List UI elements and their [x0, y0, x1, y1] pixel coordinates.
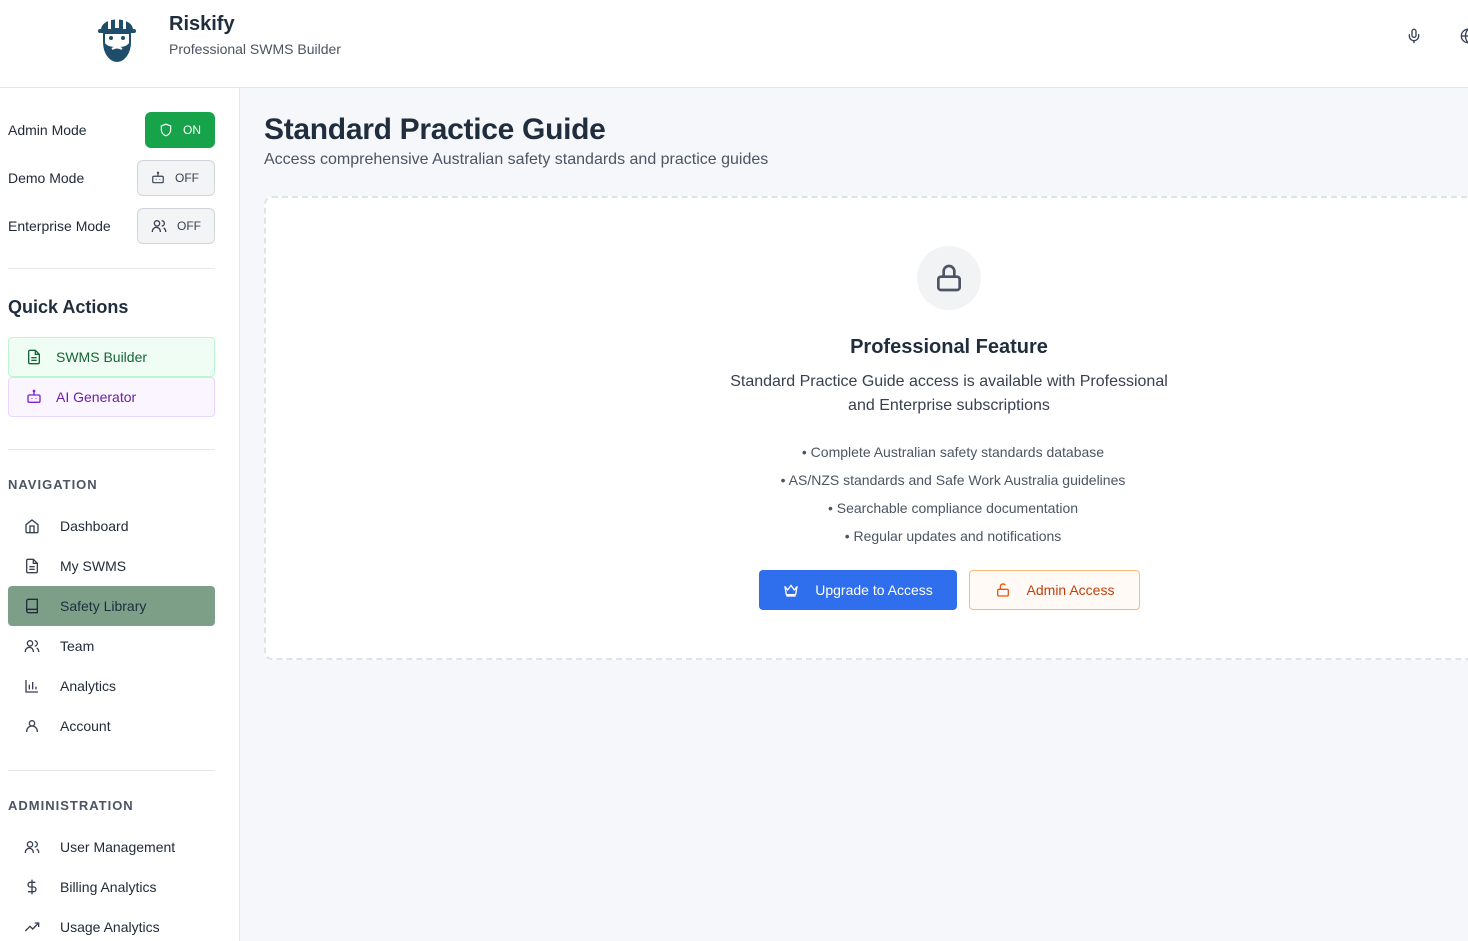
shield-icon	[160, 123, 172, 137]
nav-safety-library-label: Safety Library	[60, 598, 147, 614]
dollar-icon	[27, 879, 37, 895]
microphone-button[interactable]	[1402, 24, 1426, 48]
lock-icon	[937, 264, 961, 292]
page-title: Standard Practice Guide	[264, 113, 606, 146]
nav-user-management[interactable]: User Management	[8, 827, 215, 867]
feature-bullet: • AS/NZS standards and Safe Work Austral…	[780, 472, 1126, 488]
nav-account-label: Account	[60, 718, 111, 734]
navigation-heading: NAVIGATION	[8, 477, 98, 492]
sidebar: Admin Mode ON Demo Mode OFF Enterprise M…	[0, 88, 240, 941]
nav-account[interactable]: Account	[8, 706, 215, 746]
bearded-worker-logo	[98, 14, 136, 62]
admin-mode-row: Admin Mode ON	[8, 112, 215, 148]
crown-icon	[784, 584, 798, 597]
microphone-icon	[1408, 28, 1420, 44]
app-header: Riskify Professional SWMS Builder	[0, 0, 1468, 88]
admin-access-label: Admin Access	[1026, 582, 1115, 598]
enterprise-mode-toggle[interactable]: OFF	[137, 208, 215, 244]
admin-access-button[interactable]: Admin Access	[969, 570, 1140, 610]
nav-my-swms-label: My SWMS	[60, 558, 127, 574]
bot-icon	[152, 171, 164, 184]
admin-mode-toggle[interactable]: ON	[145, 112, 215, 148]
enterprise-mode-state: OFF	[177, 219, 201, 233]
nav-dashboard-label: Dashboard	[60, 518, 129, 534]
demo-mode-label: Demo Mode	[8, 170, 85, 186]
lock-badge	[917, 246, 981, 310]
upgrade-to-access-button[interactable]: Upgrade to Access	[759, 570, 957, 610]
administration-heading: ADMINISTRATION	[8, 798, 134, 813]
nav-billing-analytics-label: Billing Analytics	[60, 879, 157, 895]
bot-icon	[27, 389, 41, 403]
upgrade-label: Upgrade to Access	[815, 582, 933, 598]
admin-mode-state: ON	[183, 123, 201, 137]
nav-billing-analytics[interactable]: Billing Analytics	[8, 867, 215, 907]
feature-bullet: • Complete Australian safety standards d…	[801, 444, 1105, 460]
swms-builder-label: SWMS Builder	[56, 349, 148, 365]
nav-team[interactable]: Team	[8, 626, 215, 666]
home-icon	[25, 519, 39, 534]
users-icon	[24, 640, 40, 652]
nav-my-swms[interactable]: My SWMS	[8, 546, 215, 586]
feature-bullet: • Searchable compliance documentation	[827, 500, 1079, 516]
enterprise-mode-row: Enterprise Mode OFF	[8, 208, 215, 244]
nav-team-label: Team	[60, 638, 95, 654]
quick-actions-title: Quick Actions	[8, 297, 129, 317]
enterprise-mode-label: Enterprise Mode	[8, 218, 111, 234]
divider	[8, 770, 215, 771]
nav-dashboard[interactable]: Dashboard	[8, 506, 215, 546]
ai-generator-button[interactable]: AI Generator	[8, 377, 215, 417]
nav-safety-library[interactable]: Safety Library	[8, 586, 215, 626]
nav-user-management-label: User Management	[60, 839, 176, 855]
app-subtitle: Professional SWMS Builder	[169, 41, 341, 57]
unlock-icon	[996, 583, 1009, 597]
nav-usage-analytics[interactable]: Usage Analytics	[8, 907, 215, 941]
bar-chart-icon	[25, 680, 38, 693]
divider	[8, 268, 215, 269]
page-subtitle: Access comprehensive Australian safety s…	[264, 151, 769, 168]
language-button[interactable]	[1456, 24, 1468, 48]
feature-title: Professional Feature	[850, 336, 1048, 358]
users-icon	[24, 841, 40, 853]
users-icon	[151, 220, 167, 232]
user-icon	[26, 720, 38, 732]
app-title: Riskify	[169, 13, 235, 35]
globe-icon	[1460, 28, 1468, 44]
file-text-icon	[26, 558, 38, 574]
feature-description: Standard Practice Guide access is availa…	[730, 373, 1168, 414]
nav-usage-analytics-label: Usage Analytics	[60, 919, 160, 935]
nav-analytics[interactable]: Analytics	[8, 666, 215, 706]
feature-bullet: • Regular updates and notifications	[844, 528, 1062, 544]
divider	[8, 449, 215, 450]
book-icon	[26, 598, 38, 614]
demo-mode-row: Demo Mode OFF	[8, 160, 215, 196]
demo-mode-toggle[interactable]: OFF	[137, 160, 215, 196]
nav-analytics-label: Analytics	[60, 678, 117, 694]
file-text-icon	[28, 349, 40, 365]
admin-mode-label: Admin Mode	[8, 122, 87, 138]
swms-builder-button[interactable]: SWMS Builder	[8, 337, 215, 377]
trending-up-icon	[24, 922, 40, 932]
demo-mode-state: OFF	[175, 171, 199, 185]
ai-generator-label: AI Generator	[56, 389, 137, 405]
